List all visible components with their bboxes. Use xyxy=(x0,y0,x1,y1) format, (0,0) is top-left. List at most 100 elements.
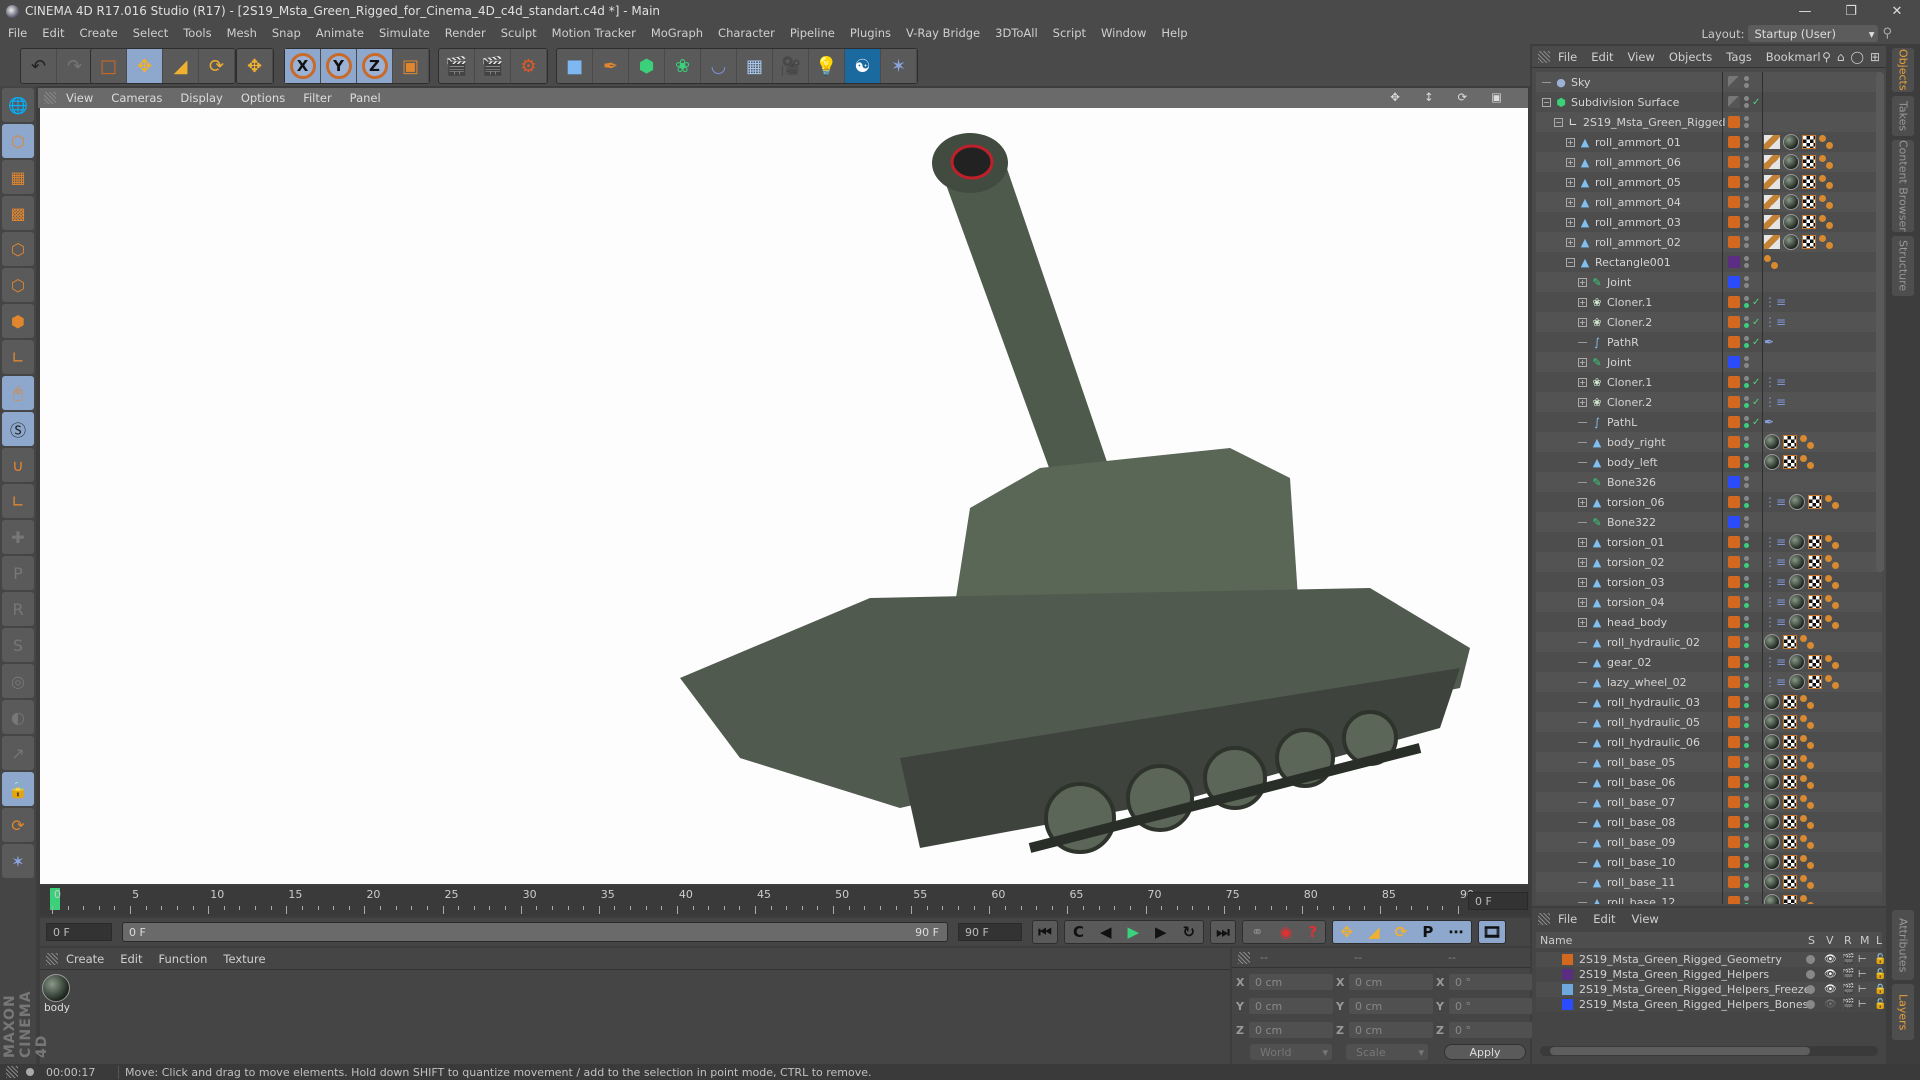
object-row[interactable]: ▲ roll_base_06 xyxy=(1536,772,1882,792)
rotation-x-field[interactable]: 0 ° xyxy=(1449,974,1533,990)
minimize-button[interactable]: — xyxy=(1782,0,1828,22)
menu-script[interactable]: Script xyxy=(1053,26,1086,40)
object-row[interactable]: + ▲ roll_ammort_01 xyxy=(1536,132,1882,152)
uvw-tag-icon[interactable] xyxy=(1800,695,1814,709)
object-row[interactable]: ▲ body_left xyxy=(1536,452,1882,472)
object-row[interactable]: ∫ PathR ✓ ✒ xyxy=(1536,332,1882,352)
lock-psr-icon[interactable]: S xyxy=(2,628,34,662)
render-picture-viewer-icon[interactable]: 🎬 xyxy=(475,49,511,83)
uvw-tag-icon[interactable] xyxy=(1825,675,1840,689)
expand-icon[interactable]: + xyxy=(1578,597,1587,607)
texture-tag-icon[interactable] xyxy=(1783,775,1797,789)
view-icon[interactable]: ◯ xyxy=(1851,50,1864,64)
tab-structure[interactable]: Structure xyxy=(1892,236,1914,296)
size-x-field[interactable]: 0 cm xyxy=(1349,974,1433,990)
visibility-dots[interactable] xyxy=(1744,636,1749,648)
layer-color-swatch[interactable] xyxy=(1728,596,1740,608)
menu-3dtoall[interactable]: 3DToAll xyxy=(995,26,1038,40)
lock-position-icon[interactable]: P xyxy=(2,556,34,590)
object-row[interactable]: + ▲ roll_ammort_03 xyxy=(1536,212,1882,232)
polygons-mode-icon[interactable]: ⬢ xyxy=(2,304,34,338)
manager-hierarchy-icon[interactable]: ⊢ xyxy=(1858,999,1867,1010)
object-row[interactable]: − ⬢ Subdivision Surface ✓ xyxy=(1536,92,1882,112)
material-tag-icon[interactable] xyxy=(1764,774,1780,790)
expand-icon[interactable]: + xyxy=(1578,537,1587,547)
layer-color-swatch[interactable] xyxy=(1728,476,1740,488)
material-tag-icon[interactable] xyxy=(1783,234,1799,250)
layer-color-swatch[interactable] xyxy=(1728,776,1740,788)
layer-color-swatch[interactable] xyxy=(1728,416,1740,428)
weight-tag-icon[interactable]: ⋮≡ xyxy=(1764,675,1786,689)
floor-icon[interactable]: ▦ xyxy=(737,49,773,83)
material-tag-icon[interactable] xyxy=(1764,854,1780,870)
uvw-tag-icon[interactable] xyxy=(1825,575,1840,589)
visibility-dots[interactable] xyxy=(1744,736,1749,748)
collapse-icon[interactable]: − xyxy=(1566,257,1575,267)
material-tag-icon[interactable] xyxy=(1783,214,1799,230)
menu-pipeline[interactable]: Pipeline xyxy=(790,26,835,40)
layer-color-swatch[interactable] xyxy=(1728,296,1740,308)
expand-icon[interactable]: + xyxy=(1578,497,1587,507)
enabled-check-icon[interactable]: ✓ xyxy=(1752,317,1760,328)
layer-color-swatch[interactable] xyxy=(1728,336,1740,348)
material-tag-icon[interactable] xyxy=(1764,714,1780,730)
texture-tag-icon[interactable] xyxy=(1783,855,1797,869)
menu-file[interactable]: File xyxy=(8,26,27,40)
material-tag-icon[interactable] xyxy=(1783,174,1799,190)
unlock-icon[interactable]: 🔓 xyxy=(1874,954,1886,965)
go-to-start-icon[interactable]: ⏮ xyxy=(1032,920,1058,944)
visibility-dots[interactable] xyxy=(1744,696,1749,708)
visibility-dots[interactable] xyxy=(1744,456,1749,468)
size-y-field[interactable]: 0 cm xyxy=(1349,998,1433,1014)
material-tag-icon[interactable] xyxy=(1764,874,1780,890)
texture-tag-icon[interactable] xyxy=(1783,895,1797,904)
layer-color-swatch[interactable] xyxy=(1728,876,1740,888)
object-row[interactable]: − ▲ Rectangle001 xyxy=(1536,252,1882,272)
weight-tag-icon[interactable]: ⋮≡ xyxy=(1764,655,1786,669)
expand-icon[interactable]: + xyxy=(1566,137,1575,147)
menu-snap[interactable]: Snap xyxy=(272,26,301,40)
solo-toggle[interactable] xyxy=(1806,955,1815,964)
layer-color-swatch[interactable] xyxy=(1728,276,1740,288)
eye-hidden-icon[interactable]: 👁 xyxy=(1824,999,1837,1010)
layer-color-swatch[interactable] xyxy=(1728,856,1740,868)
layer-color-swatch[interactable] xyxy=(1728,816,1740,828)
uvw-tag-icon[interactable] xyxy=(1800,795,1814,809)
visibility-dots[interactable] xyxy=(1744,356,1749,368)
enabled-check-icon[interactable]: ✓ xyxy=(1752,397,1760,408)
workplane-icon[interactable]: ∟ xyxy=(2,484,34,518)
phong-tag-icon[interactable] xyxy=(1764,155,1780,169)
enabled-check-icon[interactable]: ✓ xyxy=(1752,417,1760,428)
lock-rotation-icon[interactable]: R xyxy=(2,592,34,626)
close-button[interactable]: ✕ xyxy=(1874,0,1920,22)
uvw-tag-icon[interactable] xyxy=(1800,875,1814,889)
uvw-tag-icon[interactable] xyxy=(1800,435,1814,449)
texture-tag-icon[interactable] xyxy=(1802,235,1816,249)
visibility-dots[interactable] xyxy=(1744,776,1749,788)
weight-tag-icon[interactable]: ⋮≡ xyxy=(1764,495,1786,509)
phong-tag-icon[interactable] xyxy=(1764,135,1780,149)
layer-color-swatch[interactable] xyxy=(1562,969,1573,980)
object-row[interactable]: ▲ roll_base_12 xyxy=(1536,892,1882,904)
rotate-icon[interactable]: ⟳ xyxy=(199,49,235,83)
expand-icon[interactable]: + xyxy=(1578,577,1587,587)
material-tag-icon[interactable] xyxy=(1789,654,1806,670)
python-script-icon[interactable]: ✶ xyxy=(2,844,34,878)
uvw-tag-icon[interactable] xyxy=(1825,535,1840,549)
material-tag-icon[interactable] xyxy=(1783,154,1799,170)
lock-orientation-icon[interactable]: ↗ xyxy=(2,736,34,770)
preview-range-slider[interactable]: 0 F 90 F xyxy=(122,922,948,942)
visibility-dots[interactable] xyxy=(1744,256,1749,268)
restore-button[interactable]: ❐ xyxy=(1828,0,1874,22)
visibility-dots[interactable] xyxy=(1744,756,1749,768)
visibility-dots[interactable] xyxy=(1744,816,1749,828)
uvw-tag-icon[interactable] xyxy=(1800,735,1814,749)
texture-tag-icon[interactable] xyxy=(1808,655,1823,669)
next-keyframe-icon[interactable]: ↻ xyxy=(1182,923,1195,941)
eye-icon[interactable]: 👁 xyxy=(1824,969,1837,980)
layer-color-swatch[interactable] xyxy=(1728,356,1740,368)
key-position-icon[interactable]: ✥ xyxy=(1341,923,1354,941)
uvw-tag-icon[interactable] xyxy=(1800,755,1814,769)
texture-tag-icon[interactable] xyxy=(1783,435,1797,449)
layer-color-swatch[interactable] xyxy=(1728,396,1740,408)
